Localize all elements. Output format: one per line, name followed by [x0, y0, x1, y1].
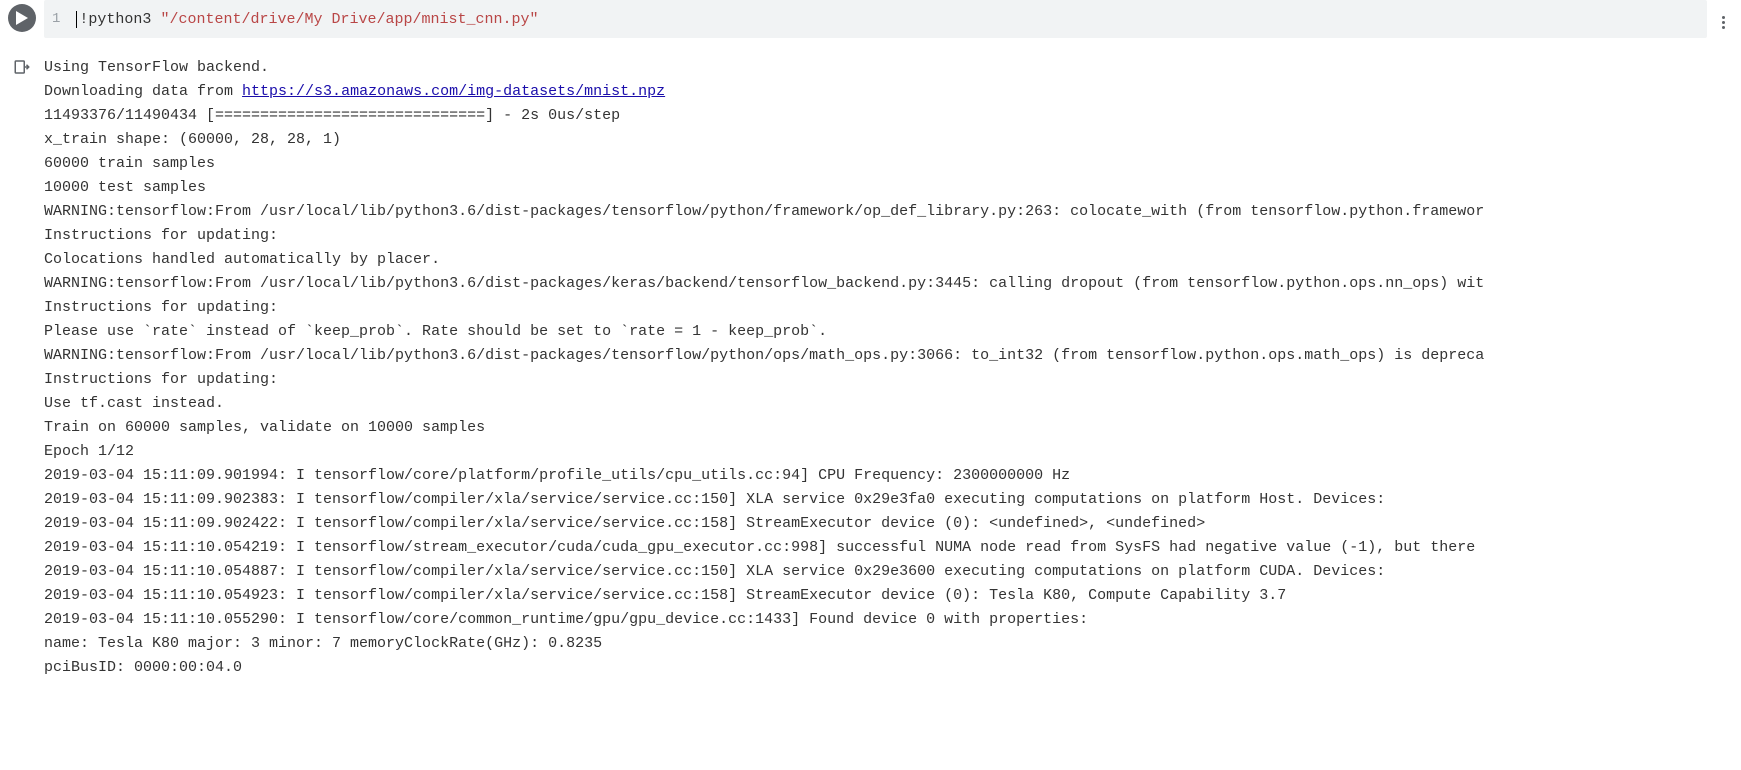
output-line: Please use `rate` instead of `keep_prob`…	[44, 320, 1735, 344]
output-line: WARNING:tensorflow:From /usr/local/lib/p…	[44, 344, 1735, 368]
output-gutter	[0, 56, 44, 680]
kebab-icon	[1722, 10, 1725, 29]
code-gutter	[0, 0, 44, 38]
code-content: !python3 "/content/drive/My Drive/app/mn…	[76, 11, 538, 28]
output-line: Colocations handled automatically by pla…	[44, 248, 1735, 272]
output-line: 2019-03-04 15:11:10.054219: I tensorflow…	[44, 536, 1735, 560]
output-line: Instructions for updating:	[44, 296, 1735, 320]
code-input[interactable]: 1 !python3 "/content/drive/My Drive/app/…	[44, 0, 1707, 38]
output-line: pciBusID: 0000:00:04.0	[44, 656, 1735, 680]
output-line: 11493376/11490434 [=====================…	[44, 104, 1735, 128]
cell-menu-button[interactable]	[1711, 0, 1735, 38]
output-row: Using TensorFlow backend. Downloading da…	[0, 56, 1741, 680]
output-line: 2019-03-04 15:11:10.054887: I tensorflow…	[44, 560, 1735, 584]
play-icon	[16, 11, 28, 25]
line-number: 1	[52, 11, 66, 27]
output-line: WARNING:tensorflow:From /usr/local/lib/p…	[44, 272, 1735, 296]
output-line: 2019-03-04 15:11:09.902422: I tensorflow…	[44, 512, 1735, 536]
code-cell: 1 !python3 "/content/drive/My Drive/app/…	[0, 0, 1741, 38]
output-arrow-icon	[13, 58, 31, 76]
output-line: Train on 60000 samples, validate on 1000…	[44, 416, 1735, 440]
download-link[interactable]: https://s3.amazonaws.com/img-datasets/mn…	[242, 83, 665, 100]
output-line: 10000 test samples	[44, 176, 1735, 200]
code-path: "/content/drive/My Drive/app/mnist_cnn.p…	[160, 11, 538, 28]
output-line: 2019-03-04 15:11:09.901994: I tensorflow…	[44, 464, 1735, 488]
output-line: Instructions for updating:	[44, 224, 1735, 248]
output-line: 2019-03-04 15:11:09.902383: I tensorflow…	[44, 488, 1735, 512]
output-line: 2019-03-04 15:11:10.055290: I tensorflow…	[44, 608, 1735, 632]
output-line: Epoch 1/12	[44, 440, 1735, 464]
code-command: python3	[88, 11, 160, 28]
output-line: Using TensorFlow backend.	[44, 56, 1735, 80]
output-line: Downloading data from https://s3.amazona…	[44, 80, 1735, 104]
output-line: Use tf.cast instead.	[44, 392, 1735, 416]
output-line: x_train shape: (60000, 28, 28, 1)	[44, 128, 1735, 152]
output-line: WARNING:tensorflow:From /usr/local/lib/p…	[44, 200, 1735, 224]
output-line: 60000 train samples	[44, 152, 1735, 176]
clear-output-button[interactable]	[13, 58, 31, 680]
output-line: Instructions for updating:	[44, 368, 1735, 392]
output-line: 2019-03-04 15:11:10.054923: I tensorflow…	[44, 584, 1735, 608]
output-line: name: Tesla K80 major: 3 minor: 7 memory…	[44, 632, 1735, 656]
output-text[interactable]: Using TensorFlow backend. Downloading da…	[44, 56, 1741, 680]
run-button[interactable]	[8, 4, 36, 32]
